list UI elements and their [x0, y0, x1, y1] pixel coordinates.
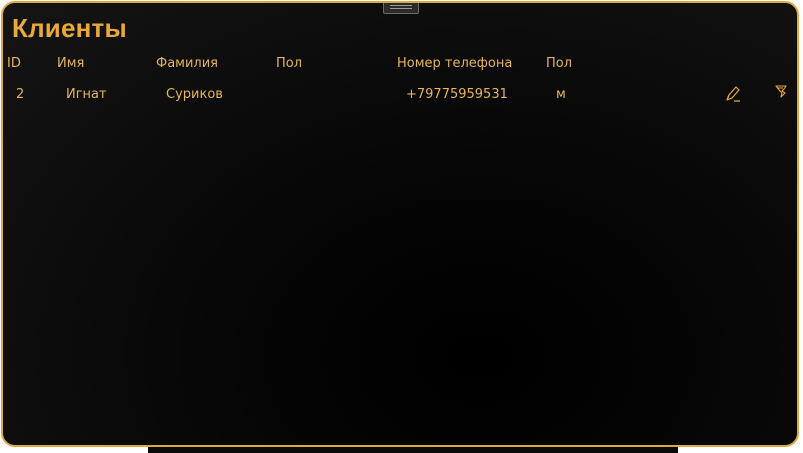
cell-gender-2: м — [556, 87, 566, 102]
column-header-last-name: Фамилия — [156, 56, 218, 71]
column-header-phone: Номер телефона — [397, 56, 513, 71]
column-header-gender: Пол — [276, 56, 303, 71]
edit-button[interactable] — [723, 84, 743, 104]
taskbar-strip — [148, 447, 678, 453]
clients-window: Клиенты ID Имя Фамилия Пол Номер телефон… — [1, 1, 799, 447]
column-header-first-name: Имя — [57, 56, 85, 71]
cell-first-name: Игнат — [66, 87, 107, 102]
cell-id: 2 — [16, 87, 25, 102]
page-title: Клиенты — [12, 13, 127, 43]
column-header-gender-2: Пол — [546, 56, 573, 71]
cell-last-name: Суриков — [166, 87, 223, 102]
window-drag-handle[interactable] — [383, 3, 419, 14]
delete-button[interactable] — [772, 82, 792, 102]
delete-icon — [775, 85, 787, 98]
column-header-id: ID — [7, 56, 21, 71]
cell-phone: +79775959531 — [406, 87, 508, 102]
app-page: Клиенты ID Имя Фамилия Пол Номер телефон… — [0, 0, 803, 453]
edit-icon — [726, 86, 740, 102]
